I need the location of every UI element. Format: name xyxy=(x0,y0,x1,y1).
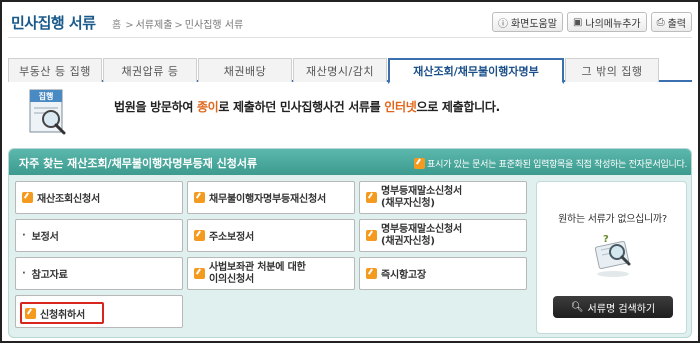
info-icon: ⓘ xyxy=(497,18,508,30)
address-correction-button[interactable]: 주소보정서 xyxy=(187,219,355,252)
form-button-label-line: 명부등재말소신청서 xyxy=(381,223,462,235)
tab-garnishment[interactable]: 채권압류 등 xyxy=(103,58,197,82)
tab-distribution[interactable]: 채권배당 xyxy=(198,58,292,82)
defaulter-registry-form-button[interactable]: 채무불이행자명부등재신청서 xyxy=(187,181,355,214)
form-button-label-line: (채권자신청) xyxy=(381,235,435,247)
pencil-icon xyxy=(194,268,205,279)
pencil-icon xyxy=(414,158,426,169)
printer-icon: ⎙ xyxy=(656,16,665,28)
reference-material-button[interactable]: · 참고자료 xyxy=(15,257,183,290)
intro-text-part: 으로 제출합니다. xyxy=(416,100,501,114)
intro-highlight-paper: 종이 xyxy=(196,100,219,114)
bookmark-icon: ▣ xyxy=(572,16,583,28)
form-button-label-line: 명부등재말소신청서 xyxy=(381,185,462,197)
page-title: 민사집행 서류 xyxy=(11,14,96,32)
pencil-icon xyxy=(366,230,377,241)
form-search-question: 원하는 서류가 없으십니까? xyxy=(558,214,667,225)
print-button[interactable]: ⎙ 출력 xyxy=(650,12,692,32)
pencil-icon xyxy=(366,268,377,279)
tab-other-execution[interactable]: 그 밖의 집행 xyxy=(565,58,659,82)
intro-text-part: 법원을 방문하여 xyxy=(114,100,197,114)
tab-bar: 부동산 등 집행 채권압류 등 채권배당 재산명시/감치 재산조회/채무불이행자… xyxy=(8,58,692,84)
help-button[interactable]: ⓘ 화면도움말 xyxy=(491,12,563,32)
property-inquiry-form-button[interactable]: 재산조회신청서 xyxy=(15,181,183,214)
withdrawal-form-wrapper: 신청취하서 xyxy=(15,295,183,328)
form-button-label: 신청취하서 xyxy=(40,309,85,321)
breadcrumb: 홈 > 서류제출 > 민사집행 서류 xyxy=(112,16,243,31)
immediate-appeal-button[interactable]: 즉시항고장 xyxy=(359,257,527,290)
form-button-label-line: (채무자신청) xyxy=(381,197,435,209)
tab-property-disclosure[interactable]: 재산명시/감치 xyxy=(293,58,387,82)
form-button-label: 사법보좌관 처분에 대한 이의신청서 xyxy=(209,262,306,286)
pencil-icon xyxy=(366,192,377,203)
form-button-label: 보정서 xyxy=(31,232,59,243)
pencil-icon xyxy=(22,192,33,203)
form-button-label: 참고자료 xyxy=(31,270,68,281)
judicial-officer-objection-button[interactable]: 사법보좌관 처분에 대한 이의신청서 xyxy=(187,257,355,290)
bullet-icon: · xyxy=(22,268,26,279)
page-header: 민사집행 서류 홈 > 서류제출 > 민사집행 서류 ⓘ 화면도움말 ▣ 나의메뉴추가 … xyxy=(8,8,692,38)
intro-icon-label: 집행 xyxy=(39,91,54,101)
panel-note-text: 표시가 있는 문서는 표준화된 입력항목을 직접 작성하는 전자문서입니다. xyxy=(427,160,687,170)
chevron-right-icon: > xyxy=(125,20,134,31)
form-button-label-line: 사법보좌관 처분에 대한 xyxy=(209,261,306,273)
form-search-button[interactable]: 🔍︎ 서류명 검색하기 xyxy=(553,296,673,318)
form-button-label: 명부등재말소신청서 (채권자신청) xyxy=(381,224,462,248)
add-my-menu-label: 나의메뉴추가 xyxy=(585,18,641,30)
breadcrumb-current: 민사집행 서류 xyxy=(184,20,244,31)
document-search-illustration-icon: ? xyxy=(594,234,631,277)
bullet-icon: · xyxy=(22,230,26,241)
tab-real-estate[interactable]: 부동산 등 집행 xyxy=(8,58,102,82)
form-search-button-label: 서류명 검색하기 xyxy=(587,303,656,315)
withdrawal-form-button[interactable]: 신청취하서 xyxy=(20,302,104,324)
registry-deletion-debtor-button[interactable]: 명부등재말소신청서 (채무자신청) xyxy=(359,181,527,214)
form-button-label: 채무불이행자명부등재신청서 xyxy=(209,194,326,205)
add-my-menu-button[interactable]: ▣ 나의메뉴추가 xyxy=(566,12,647,32)
form-search-box: 원하는 서류가 없으십니까? ? 🔍︎ 서류명 검색하기 xyxy=(536,181,687,334)
tab-property-inquiry[interactable]: 재산조회/채무불이행자명부 xyxy=(388,58,564,84)
search-icon: 🔍︎ xyxy=(570,301,584,313)
correction-form-button[interactable]: · 보정서 xyxy=(15,219,183,252)
frequent-forms-panel: 자주 찾는 재산조회/채무불이행자명부등재 신청서류 표시가 있는 문서는 표준… xyxy=(8,148,692,338)
execution-magnifier-icon: 집행 xyxy=(29,89,66,135)
breadcrumb-item[interactable]: 서류제출 xyxy=(136,20,173,31)
form-button-label: 즉시항고장 xyxy=(381,270,426,281)
pencil-icon xyxy=(194,230,205,241)
pencil-icon xyxy=(25,307,36,319)
form-button-label: 재산조회신청서 xyxy=(37,194,100,205)
pencil-icon xyxy=(194,192,205,203)
form-button-label-line: 이의신청서 xyxy=(209,273,254,285)
header-actions: ⓘ 화면도움말 ▣ 나의메뉴추가 ⎙ 출력 xyxy=(491,12,692,32)
form-button-label: 주소보정서 xyxy=(209,232,254,243)
panel-header: 자주 찾는 재산조회/채무불이행자명부등재 신청서류 표시가 있는 문서는 표준… xyxy=(9,149,691,175)
registry-deletion-creditor-button[interactable]: 명부등재말소신청서 (채권자신청) xyxy=(359,219,527,252)
intro-highlight-internet: 인터넷 xyxy=(384,100,417,114)
breadcrumb-home[interactable]: 홈 xyxy=(112,20,121,31)
intro-text-part: 로 제출하던 민사집행사건 서류를 xyxy=(218,100,385,114)
intro-section: 집행 법원을 방문하여 종이로 제출하던 민사집행사건 서류를 인터넷으로 제출… xyxy=(10,88,690,140)
panel-note: 표시가 있는 문서는 표준화된 입력항목을 직접 작성하는 전자문서입니다. xyxy=(414,157,687,170)
form-button-label: 명부등재말소신청서 (채무자신청) xyxy=(381,186,462,210)
panel-title: 자주 찾는 재산조회/채무불이행자명부등재 신청서류 xyxy=(19,157,258,170)
svg-text:?: ? xyxy=(603,234,609,245)
intro-text: 법원을 방문하여 종이로 제출하던 민사집행사건 서류를 인터넷으로 제출합니다… xyxy=(114,98,500,115)
help-button-label: 화면도움말 xyxy=(510,18,557,30)
chevron-right-icon: > xyxy=(174,20,183,31)
print-button-label: 출력 xyxy=(667,18,686,30)
